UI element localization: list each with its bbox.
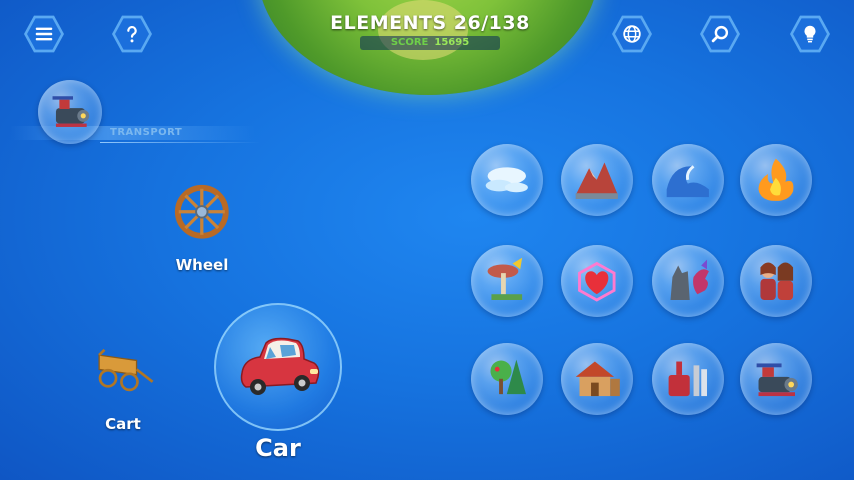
- humans-icon: [760, 262, 794, 301]
- cart-element[interactable]: [84, 336, 162, 400]
- tools-icon: [668, 361, 708, 397]
- life-element[interactable]: [471, 245, 543, 317]
- car-label: Car: [255, 434, 301, 462]
- locomotive-icon: [38, 80, 102, 144]
- earth-icon: [575, 162, 619, 200]
- plants-icon: [490, 359, 527, 395]
- air-element[interactable]: [471, 144, 543, 216]
- fire-icon: [758, 158, 794, 202]
- fire-element[interactable]: [740, 144, 812, 216]
- category-transport[interactable]: TRANSPORT: [0, 80, 260, 154]
- score-panel: ELEMENTS 26/138 SCORE 15695: [330, 12, 530, 54]
- help-button[interactable]: [112, 15, 152, 53]
- wheel-icon: [175, 185, 229, 239]
- score-value: 15695: [434, 37, 470, 48]
- transport-element[interactable]: [740, 343, 812, 415]
- plants-element[interactable]: [471, 343, 543, 415]
- creatures-element[interactable]: [652, 245, 724, 317]
- water-element[interactable]: [652, 144, 724, 216]
- wheel-element[interactable]: [166, 176, 238, 248]
- tools-element[interactable]: [652, 343, 724, 415]
- search-icon: [711, 25, 729, 43]
- air-icon: [485, 167, 529, 193]
- elements-counter: ELEMENTS 26/138: [330, 12, 530, 34]
- love-icon: [578, 262, 616, 302]
- water-icon: [666, 165, 710, 198]
- earth-element[interactable]: [561, 144, 633, 216]
- help-icon: [127, 25, 137, 43]
- cart-label: Cart: [105, 415, 141, 433]
- globe-icon: [623, 25, 641, 43]
- buildings-icon: [575, 361, 621, 397]
- buildings-element[interactable]: [561, 343, 633, 415]
- search-button[interactable]: [700, 15, 740, 53]
- globe-button[interactable]: [612, 15, 652, 53]
- creatures-icon: [670, 259, 710, 301]
- hint-button[interactable]: [790, 15, 830, 53]
- category-label: TRANSPORT: [110, 127, 183, 138]
- transport-icon: [756, 363, 799, 397]
- menu-icon: [35, 27, 53, 41]
- cart-icon: [97, 349, 154, 392]
- lightbulb-icon: [804, 25, 816, 43]
- life-icon: [487, 257, 523, 301]
- score-label: SCORE: [390, 37, 429, 48]
- love-element[interactable]: [561, 245, 633, 317]
- menu-button[interactable]: [24, 15, 64, 53]
- category-divider: [100, 142, 260, 143]
- car-icon: [240, 337, 320, 395]
- score-bar: SCORE 15695: [360, 36, 500, 50]
- humans-element[interactable]: [740, 245, 812, 317]
- car-element[interactable]: [214, 303, 342, 431]
- wheel-label: Wheel: [175, 256, 229, 274]
